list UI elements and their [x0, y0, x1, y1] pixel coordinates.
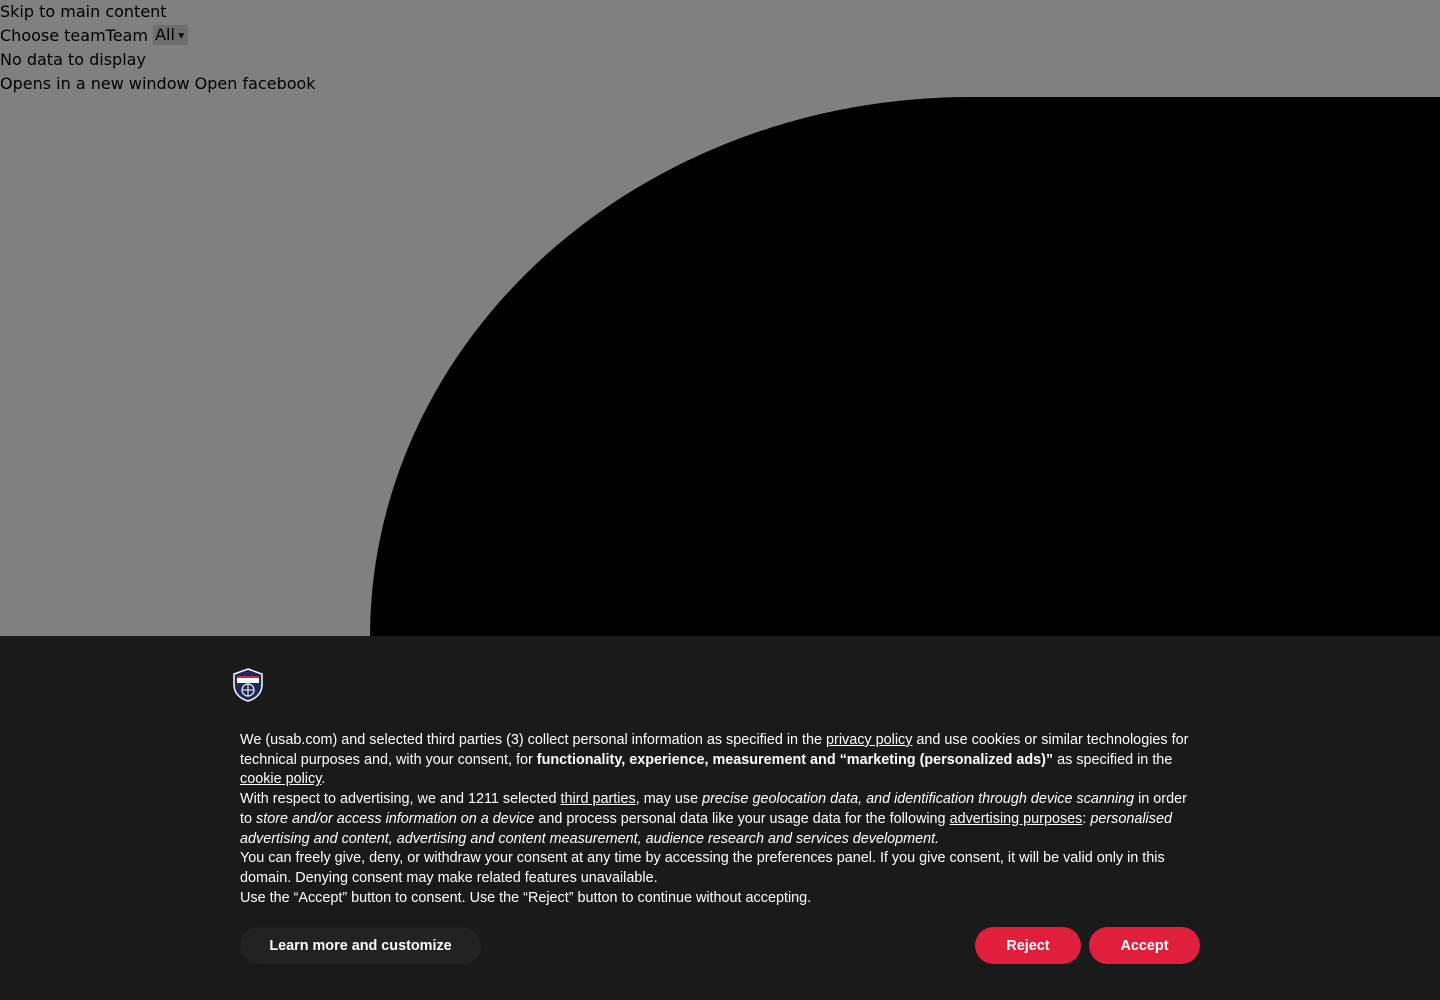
bold-purposes-text: functionality, experience, measurement a…: [536, 751, 1054, 768]
text-span: as specified in the: [1053, 751, 1173, 768]
consent-paragraph-2: With respect to advertising, we and 1211…: [240, 790, 1200, 849]
text-span: We (usab.com) and selected third parties…: [240, 732, 827, 748]
opens-new-window-text: Opens in a new window: [0, 74, 190, 93]
advertising-purposes-link[interactable]: advertising purposes: [950, 811, 1083, 827]
top-links: Skip to main content Choose teamTeam All…: [0, 0, 316, 96]
no-data-message: No data to display: [0, 50, 146, 69]
page: Skip to main content Choose teamTeam All…: [0, 0, 1440, 1000]
text-span: With respect to advertising, we and 1211…: [240, 791, 561, 808]
accept-button[interactable]: Accept: [1089, 927, 1200, 964]
italic-text: precise geolocation data, and identifica…: [702, 791, 1135, 808]
privacy-policy-link[interactable]: privacy policy: [826, 732, 912, 748]
skip-to-main-link[interactable]: Skip to main content: [0, 2, 167, 21]
third-parties-link[interactable]: third parties: [561, 791, 636, 807]
facebook-link[interactable]: Opens in a new window Open facebook: [0, 72, 316, 96]
learn-more-customize-button[interactable]: Learn more and customize: [240, 927, 481, 964]
text-span: and process personal data like your usag…: [534, 810, 950, 827]
consent-paragraph-1: We (usab.com) and selected third parties…: [240, 731, 1200, 790]
open-facebook-text: Open facebook: [194, 74, 316, 93]
consent-paragraph-3: You can freely give, deny, or withdraw y…: [240, 850, 1165, 886]
hero-background-shape: [370, 97, 1440, 657]
choose-team-label: Choose team: [0, 26, 106, 45]
reject-button[interactable]: Reject: [975, 927, 1081, 964]
cookie-policy-link[interactable]: cookie policy: [240, 771, 321, 787]
usa-basketball-logo-icon: [233, 668, 263, 702]
text-span: .: [321, 771, 326, 788]
chevron-down-icon: ⯆: [176, 30, 186, 43]
consent-text: We (usab.com) and selected third parties…: [240, 731, 1200, 908]
text-span: , may use: [635, 791, 703, 808]
consent-paragraph-4: Use the “Accept” button to consent. Use …: [240, 889, 812, 906]
italic-text: store and/or access information on a dev…: [256, 810, 535, 827]
team-label: Team: [105, 26, 148, 45]
team-chooser: Choose teamTeam All ⯆: [0, 24, 316, 48]
cookie-consent-banner: We (usab.com) and selected third parties…: [0, 636, 1440, 1000]
team-select[interactable]: All ⯆: [153, 25, 188, 45]
team-select-value: All: [155, 25, 175, 44]
